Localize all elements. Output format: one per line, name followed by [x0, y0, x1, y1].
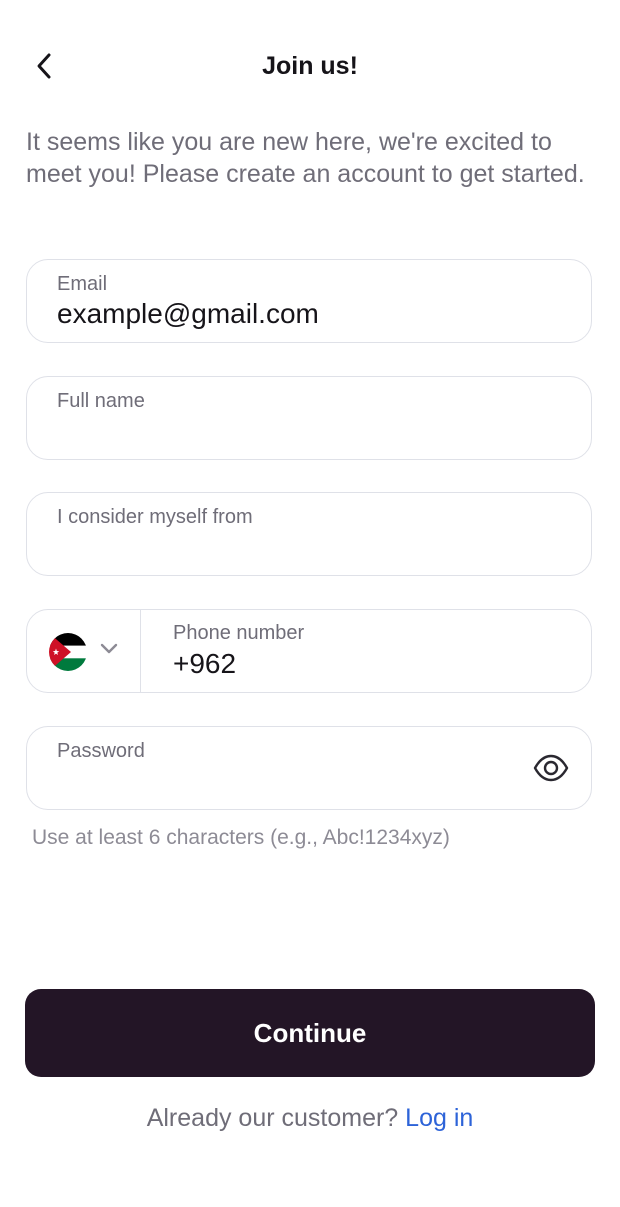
- eye-icon[interactable]: [533, 753, 569, 783]
- intro-text: It seems like you are new here, we're ex…: [26, 128, 585, 188]
- email-value[interactable]: example@gmail.com: [57, 298, 319, 330]
- country-code-selector[interactable]: [27, 610, 141, 692]
- password-field[interactable]: Password: [26, 726, 592, 810]
- email-label: Email: [57, 273, 108, 295]
- continue-button[interactable]: Continue: [25, 989, 595, 1077]
- origin-label: I consider myself from: [57, 506, 253, 528]
- page-title: Join us!: [262, 52, 358, 80]
- password-label: Password: [57, 740, 145, 762]
- phone-label: Phone number: [173, 622, 305, 644]
- origin-field[interactable]: I consider myself from: [26, 492, 592, 576]
- login-prompt-text: Already our customer?: [146, 1104, 399, 1132]
- login-link[interactable]: Log in: [405, 1104, 473, 1132]
- phone-field[interactable]: Phone number +962: [26, 609, 592, 693]
- jordan-flag-icon: [49, 633, 87, 671]
- full-name-field[interactable]: Full name: [26, 376, 592, 460]
- password-hint: Use at least 6 characters (e.g., Abc!123…: [32, 826, 450, 849]
- full-name-label: Full name: [57, 390, 145, 412]
- phone-value[interactable]: +962: [173, 648, 236, 680]
- chevron-down-icon: [100, 643, 118, 654]
- email-field[interactable]: Email example@gmail.com: [26, 259, 592, 343]
- login-prompt: Already our customer? Log in: [0, 1104, 620, 1133]
- signup-screen: Join us! It seems like you are new here,…: [0, 0, 620, 1207]
